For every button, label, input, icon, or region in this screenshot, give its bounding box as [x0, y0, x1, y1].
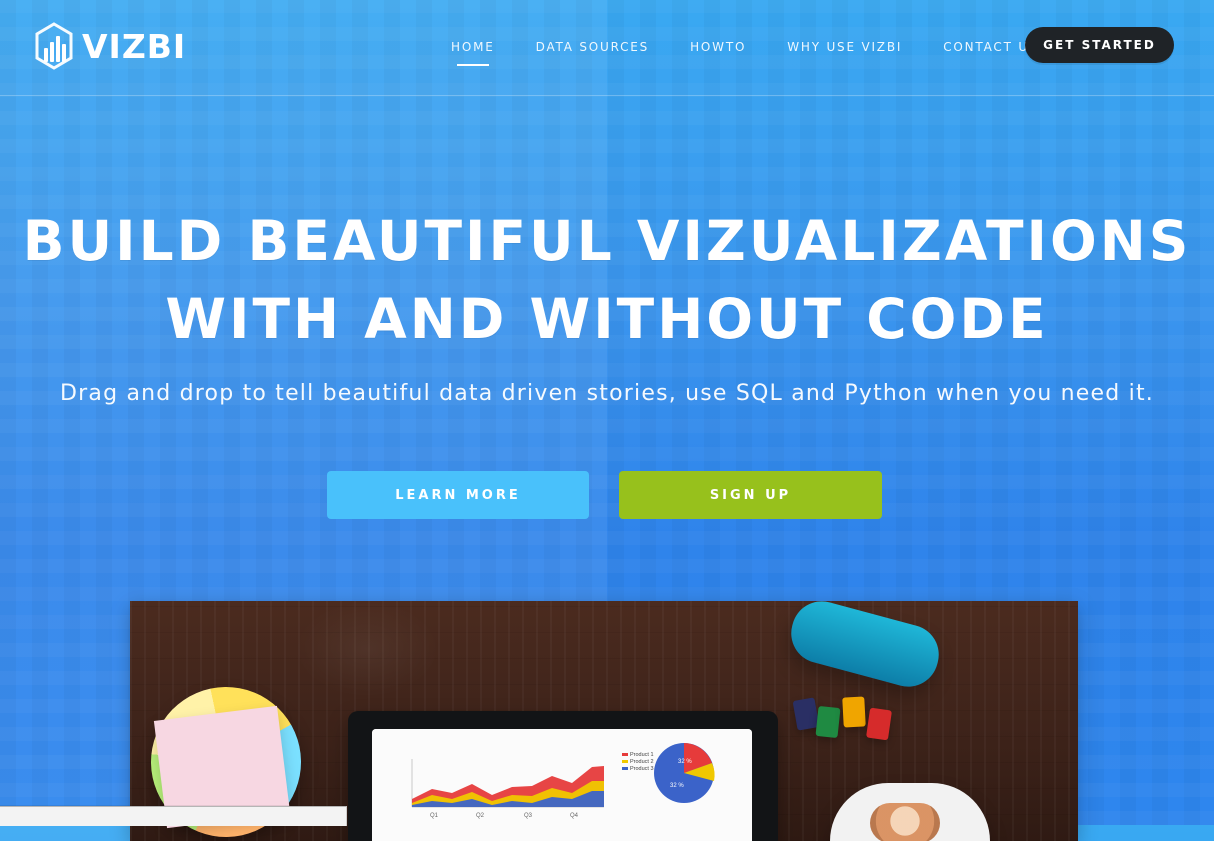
get-started-button[interactable]: GET STARTED [1025, 27, 1174, 63]
hero-title-line-1: BUILD BEAUTIFUL VIZUALIZATIONS [22, 209, 1192, 273]
dashboard-chart: Q1 Q2 Q3 Q4 Product 1 Product 2 Product … [372, 729, 752, 841]
nav-data-sources-link[interactable]: DATA SOURCES [536, 40, 650, 54]
nav-contact-us-link[interactable]: CONTACT US [943, 40, 1038, 54]
bottom-left-panel [0, 806, 347, 826]
hero-subtitle: Drag and drop to tell beautiful data dri… [60, 381, 1154, 406]
laptop-screen: Q1 Q2 Q3 Q4 Product 1 Product 2 Product … [372, 729, 752, 841]
binder-clip-yellow [842, 696, 866, 728]
learn-more-button[interactable]: LEARN MORE [327, 471, 589, 519]
chart-x-label: Q1 [430, 813, 439, 819]
binder-clip-green [815, 705, 841, 739]
nav-home[interactable]: HOME [451, 40, 495, 66]
pie-label: 32 % [678, 759, 692, 765]
chart-x-label: Q3 [524, 813, 533, 819]
hero-title: BUILD BEAUTIFUL VIZUALIZATIONS WITH AND … [0, 202, 1214, 358]
binder-clip-navy [792, 697, 820, 731]
nav-why-use-vizbi-link[interactable]: WHY USE VIZBI [787, 40, 902, 54]
nav-howto-link[interactable]: HOWTO [690, 40, 746, 54]
legend-item: Product 2 [630, 759, 654, 765]
laptop: Q1 Q2 Q3 Q4 Product 1 Product 2 Product … [348, 711, 778, 841]
bar-chart-hexagon-icon [34, 22, 74, 70]
chart-legend: Product 1 Product 2 Product 3 [622, 752, 654, 772]
nav-howto[interactable]: HOWTO [690, 40, 746, 54]
binder-clips [792, 689, 895, 749]
legend-item: Product 1 [630, 752, 654, 758]
hero-title-line-2: WITH AND WITHOUT CODE [165, 287, 1049, 351]
pie-label: 32 % [670, 783, 684, 789]
chart-x-label: Q4 [570, 813, 579, 819]
legend-item: Product 3 [630, 766, 654, 772]
main-nav: HOME DATA SOURCES HOWTO WHY USE VIZBI CO… [451, 40, 1038, 66]
logo[interactable]: VIZBI [34, 22, 186, 70]
binder-clip-red [866, 707, 892, 741]
coffee [870, 803, 940, 841]
chart-x-label: Q2 [476, 813, 485, 819]
nav-why-use-vizbi[interactable]: WHY USE VIZBI [787, 40, 902, 54]
top-navigation: VIZBI HOME DATA SOURCES HOWTO WHY USE VI… [0, 0, 1214, 96]
nav-data-sources[interactable]: DATA SOURCES [536, 40, 650, 54]
brand-name: VIZBI [82, 26, 187, 66]
hero-image: Q1 Q2 Q3 Q4 Product 1 Product 2 Product … [130, 601, 1078, 841]
nav-contact-us[interactable]: CONTACT US [943, 40, 1038, 54]
sign-up-button[interactable]: SIGN UP [619, 471, 882, 519]
nav-home-link[interactable]: HOME [451, 40, 495, 54]
